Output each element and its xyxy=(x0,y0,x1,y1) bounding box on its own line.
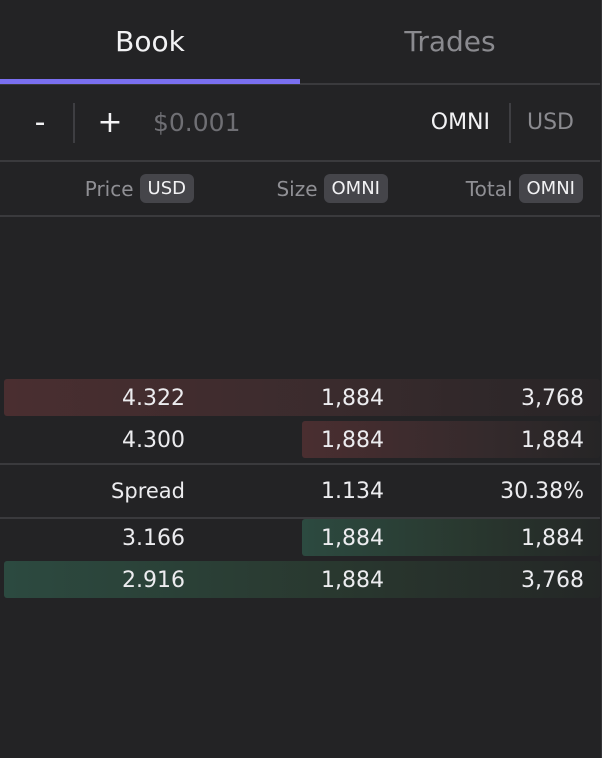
order-book-panel: Book Trades - + $0.001 OMNI USD Price US… xyxy=(0,0,602,758)
active-tab-indicator xyxy=(0,79,300,84)
ask-total: 3,768 xyxy=(521,385,584,411)
column-label: Price xyxy=(84,176,134,201)
ask-row[interactable]: 4.322 1,884 3,768 xyxy=(0,377,600,419)
ask-size: 1,884 xyxy=(321,427,384,453)
tab-book[interactable]: Book xyxy=(0,0,300,83)
bid-price: 3.166 xyxy=(122,525,185,551)
bid-total: 3,768 xyxy=(521,567,584,593)
column-header-size: Size OMNI xyxy=(200,162,388,215)
column-label: Size xyxy=(276,176,318,201)
bid-row[interactable]: 2.916 1,884 3,768 xyxy=(0,559,600,601)
divider xyxy=(509,103,511,143)
column-header-total: Total OMNI xyxy=(400,162,583,215)
divider xyxy=(73,103,75,143)
column-header-price: Price USD xyxy=(0,162,194,215)
column-header-row: Price USD Size OMNI Total OMNI xyxy=(0,162,600,217)
ask-total: 1,884 xyxy=(521,427,584,453)
bid-total: 1,884 xyxy=(521,525,584,551)
decrease-tick-button[interactable]: - xyxy=(20,85,60,160)
size-unit-pill[interactable]: OMNI xyxy=(323,174,388,203)
bid-size: 1,884 xyxy=(321,567,384,593)
ask-price: 4.322 xyxy=(122,385,185,411)
ask-size: 1,884 xyxy=(321,385,384,411)
total-unit-pill[interactable]: OMNI xyxy=(518,174,583,203)
tab-bar: Book Trades xyxy=(0,0,600,85)
tab-trades[interactable]: Trades xyxy=(300,0,600,83)
bid-price: 2.916 xyxy=(122,567,185,593)
ask-price: 4.300 xyxy=(122,427,185,453)
spread-percent: 30.38% xyxy=(500,478,584,504)
tick-size-value: $0.001 xyxy=(153,108,241,137)
unit-toggle-omni[interactable]: OMNI xyxy=(431,85,490,160)
price-unit-pill[interactable]: USD xyxy=(139,174,194,203)
bid-size: 1,884 xyxy=(321,525,384,551)
spread-row: Spread 1.134 30.38% xyxy=(0,463,600,519)
unit-toggle-usd[interactable]: USD xyxy=(527,85,574,160)
bid-row[interactable]: 3.166 1,884 1,884 xyxy=(0,517,600,559)
spread-value: 1.134 xyxy=(321,478,384,504)
tick-size-controls: - + $0.001 OMNI USD xyxy=(0,85,600,162)
spread-label: Spread xyxy=(111,479,185,503)
column-label: Total xyxy=(465,176,513,201)
ask-row[interactable]: 4.300 1,884 1,884 xyxy=(0,419,600,461)
increase-tick-button[interactable]: + xyxy=(90,85,130,160)
